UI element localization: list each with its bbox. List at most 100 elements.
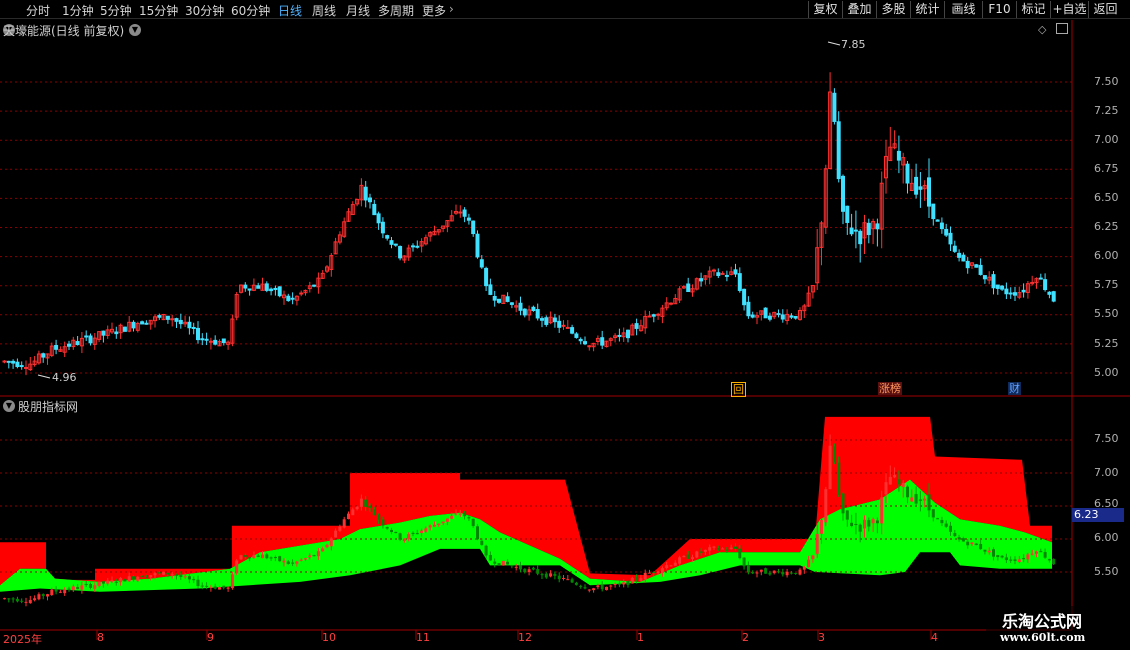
period-tab-more[interactable]: 更多 bbox=[422, 2, 446, 19]
candle-body bbox=[299, 292, 304, 295]
indicator-candle-body bbox=[312, 555, 316, 557]
x-date-label: 2 bbox=[742, 631, 749, 644]
indicator-candle-body bbox=[1043, 552, 1047, 558]
event-badge-finance[interactable]: 财 bbox=[1008, 382, 1021, 395]
indicator-candle-body bbox=[119, 577, 123, 583]
indicator-candle-body bbox=[734, 546, 737, 549]
indicator-candle-body bbox=[273, 557, 277, 559]
candle-body bbox=[165, 315, 170, 320]
indicator-candle-body bbox=[144, 576, 148, 578]
chevron-down-icon[interactable]: ▼ bbox=[3, 400, 15, 412]
indicator-candle-body bbox=[811, 555, 815, 560]
candle-body bbox=[144, 322, 149, 325]
candle-body bbox=[957, 252, 962, 258]
tool-stats-button[interactable]: 统计 bbox=[910, 1, 944, 18]
indicator-candle-body bbox=[476, 526, 479, 540]
indicator-candle-body bbox=[957, 537, 961, 540]
indicator-candle-body bbox=[635, 576, 639, 580]
indicator-title: 股朋指标网 bbox=[18, 400, 79, 414]
indicator-candle-body bbox=[549, 573, 553, 577]
period-tab-multi[interactable]: 多周期 bbox=[378, 2, 414, 19]
indicator-candle-body bbox=[325, 544, 329, 548]
indicator-candle-body bbox=[149, 575, 153, 578]
diamond-icon[interactable]: ◇ bbox=[1038, 23, 1046, 36]
tool-multi-stock-button[interactable]: 多股 bbox=[876, 1, 910, 18]
candle-body bbox=[578, 338, 583, 342]
tool-add-watchlist-button[interactable]: +自选 bbox=[1050, 1, 1088, 18]
period-tab-timeshare[interactable]: 分时 bbox=[26, 2, 50, 19]
indicator-candle-body bbox=[1004, 557, 1008, 561]
period-tab-weekly[interactable]: 周线 bbox=[312, 2, 336, 19]
tool-adjust-button[interactable]: 复权 bbox=[808, 1, 842, 18]
indicator-candle-body bbox=[480, 540, 484, 545]
indicator-candle-body bbox=[11, 598, 15, 600]
tool-back-button[interactable]: 返回 bbox=[1088, 1, 1122, 18]
indicator-candle-body bbox=[1035, 551, 1038, 554]
indicator-candle-body bbox=[1017, 559, 1021, 563]
indicator-candle-body bbox=[93, 585, 97, 589]
indicator-candle-body bbox=[639, 578, 643, 582]
indicator-candle-body bbox=[321, 548, 325, 552]
period-tab-daily[interactable]: 日线 bbox=[278, 2, 302, 19]
candle-body bbox=[733, 269, 738, 275]
candle-body bbox=[1000, 285, 1005, 290]
y-tick-label: 5.25 bbox=[1094, 337, 1119, 350]
period-tab-5min[interactable]: 5分钟 bbox=[100, 2, 132, 19]
candle-body bbox=[372, 203, 377, 216]
x-date-label: 9 bbox=[207, 631, 214, 644]
indicator-candle-body bbox=[1013, 559, 1017, 561]
chevron-right-icon[interactable]: › bbox=[449, 2, 454, 16]
candle-body bbox=[114, 331, 119, 335]
indicator-candle-body bbox=[196, 579, 200, 587]
indicator-candle-body bbox=[123, 578, 127, 582]
indicator-candle-body bbox=[785, 571, 789, 576]
indicator-candle-body bbox=[140, 575, 144, 578]
tool-draw-button[interactable]: 画线 bbox=[944, 1, 982, 18]
candle-body bbox=[552, 317, 557, 323]
period-tab-1min[interactable]: 1分钟 bbox=[62, 2, 94, 19]
indicator-candle-body bbox=[514, 566, 518, 568]
indicator-candle-body bbox=[914, 494, 918, 504]
indicator-y-tick-label: 7.00 bbox=[1094, 466, 1119, 479]
period-tab-60min[interactable]: 60分钟 bbox=[231, 2, 270, 19]
indicator-candle-body bbox=[58, 591, 62, 593]
candle-body bbox=[686, 283, 691, 293]
period-tab-15min[interactable]: 15分钟 bbox=[139, 2, 178, 19]
y-tick-label: 6.25 bbox=[1094, 220, 1119, 233]
indicator-candle-body bbox=[557, 575, 561, 580]
indicator-candle-body bbox=[278, 556, 282, 562]
candle-body bbox=[927, 177, 931, 207]
indicator-candle-body bbox=[536, 569, 540, 574]
indicator-candle-body bbox=[686, 554, 690, 559]
indicator-candle-body bbox=[218, 587, 221, 590]
tool-mark-button[interactable]: 标记 bbox=[1016, 1, 1050, 18]
indicator-candle-body bbox=[222, 585, 226, 588]
indicator-candle-body bbox=[755, 572, 759, 574]
indicator-candle-body bbox=[523, 568, 527, 573]
candle-body bbox=[995, 284, 1000, 289]
indicator-candle-body bbox=[510, 565, 514, 567]
event-badge-return[interactable]: 回 bbox=[731, 382, 746, 397]
chevron-down-icon[interactable]: ▼ bbox=[129, 24, 141, 36]
indicator-candle-body bbox=[402, 538, 406, 541]
indicator-candle-body bbox=[132, 576, 135, 580]
indicator-candle-body bbox=[596, 585, 600, 588]
indicator-candle-body bbox=[777, 571, 780, 573]
candle-body bbox=[914, 176, 919, 195]
period-tab-30min[interactable]: 30分钟 bbox=[185, 2, 224, 19]
x-date-label: 4 bbox=[931, 631, 938, 644]
layout-icon[interactable] bbox=[1056, 23, 1068, 34]
tool-f10-button[interactable]: F10 bbox=[982, 1, 1016, 18]
indicator-candle-body bbox=[205, 585, 209, 587]
indicator-candle-body bbox=[463, 512, 467, 517]
period-tab-monthly[interactable]: 月线 bbox=[346, 2, 370, 19]
y-tick-label: 7.50 bbox=[1094, 75, 1119, 88]
event-badge-top-gainers[interactable]: 涨榜 bbox=[878, 382, 902, 395]
candle-body bbox=[196, 327, 200, 341]
indicator-candle-body bbox=[519, 565, 522, 570]
candle-body bbox=[600, 337, 605, 346]
indicator-candle-body bbox=[252, 555, 256, 559]
candle-body bbox=[380, 221, 385, 234]
tool-overlay-button[interactable]: 叠加 bbox=[842, 1, 876, 18]
chart-canvas[interactable] bbox=[0, 20, 1130, 650]
